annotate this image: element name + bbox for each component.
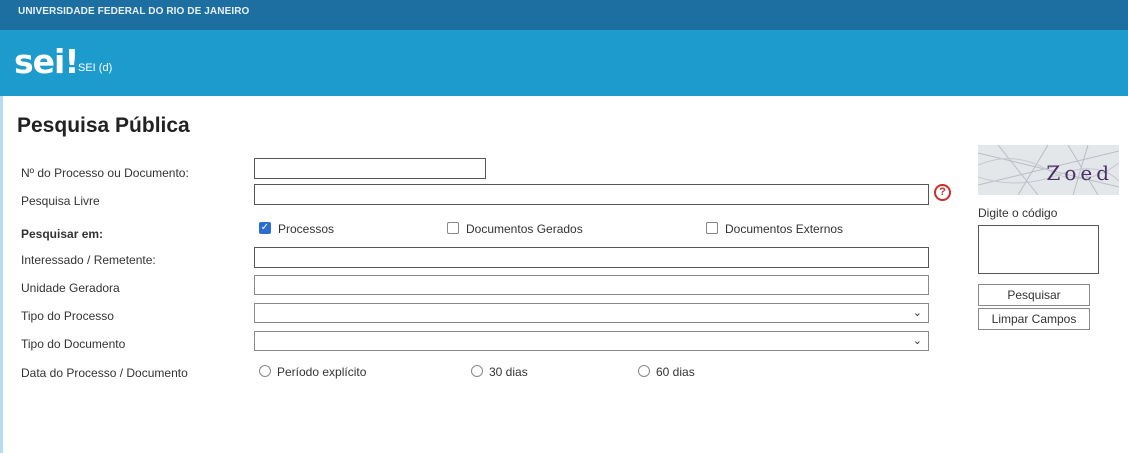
pesquisa-livre-input[interactable]: [254, 184, 929, 205]
numero-input[interactable]: [254, 158, 486, 179]
page-title: Pesquisa Pública: [17, 114, 190, 137]
organization-name: UNIVERSIDADE FEDERAL DO RIO DE JANEIRO: [18, 6, 250, 17]
chevron-down-icon: ⌄: [912, 306, 922, 319]
checkbox-processos[interactable]: ✓: [259, 222, 271, 234]
option-30-dias-label: 30 dias: [489, 365, 528, 379]
interessado-label: Interessado / Remetente:: [21, 253, 156, 267]
option-processos-label: Processos: [278, 222, 335, 236]
captcha-image: Zoed: [978, 145, 1119, 195]
chevron-down-icon: ⌄: [912, 334, 922, 347]
pesquisa-livre-label: Pesquisa Livre: [21, 194, 100, 208]
option-documentos-gerados-label: Documentos Gerados: [466, 222, 583, 236]
radio-60-dias[interactable]: [638, 365, 650, 377]
radio-30-dias[interactable]: [471, 365, 483, 377]
checkbox-documentos-externos[interactable]: [706, 222, 718, 234]
pesquisar-button[interactable]: Pesquisar: [978, 284, 1090, 306]
data-label: Data do Processo / Documento: [21, 366, 188, 380]
option-documentos-externos-label: Documentos Externos: [725, 222, 844, 236]
tipo-processo-select[interactable]: ⌄: [254, 303, 929, 323]
system-name: SEI (d): [78, 62, 113, 74]
unidade-input[interactable]: [254, 275, 929, 295]
tipo-documento-select[interactable]: ⌄: [254, 331, 929, 351]
numero-label: Nº do Processo ou Documento:: [21, 166, 189, 180]
captcha-input[interactable]: [978, 225, 1099, 274]
tipo-processo-label: Tipo do Processo: [21, 309, 114, 323]
pesquisar-em-label: Pesquisar em:: [21, 227, 104, 241]
university-bar: UNIVERSIDADE FEDERAL DO RIO DE JANEIRO: [0, 0, 1128, 30]
option-60-dias-label: 60 dias: [656, 365, 695, 379]
checkbox-documentos-gerados[interactable]: [447, 222, 459, 234]
app-header: sei! SEI (d): [0, 30, 1128, 96]
captcha-text: Zoed: [1046, 161, 1113, 185]
digite-codigo-label: Digite o código: [978, 206, 1058, 220]
sei-logo[interactable]: sei!: [14, 42, 79, 81]
option-periodo-explicito-label: Período explícito: [277, 365, 367, 379]
help-icon[interactable]: ?: [934, 184, 951, 201]
interessado-input[interactable]: [254, 247, 929, 268]
unidade-label: Unidade Geradora: [21, 281, 120, 295]
left-border: [0, 96, 3, 453]
radio-periodo-explicito[interactable]: [259, 365, 271, 377]
limpar-campos-button[interactable]: Limpar Campos: [978, 308, 1090, 330]
tipo-documento-label: Tipo do Documento: [21, 337, 126, 351]
